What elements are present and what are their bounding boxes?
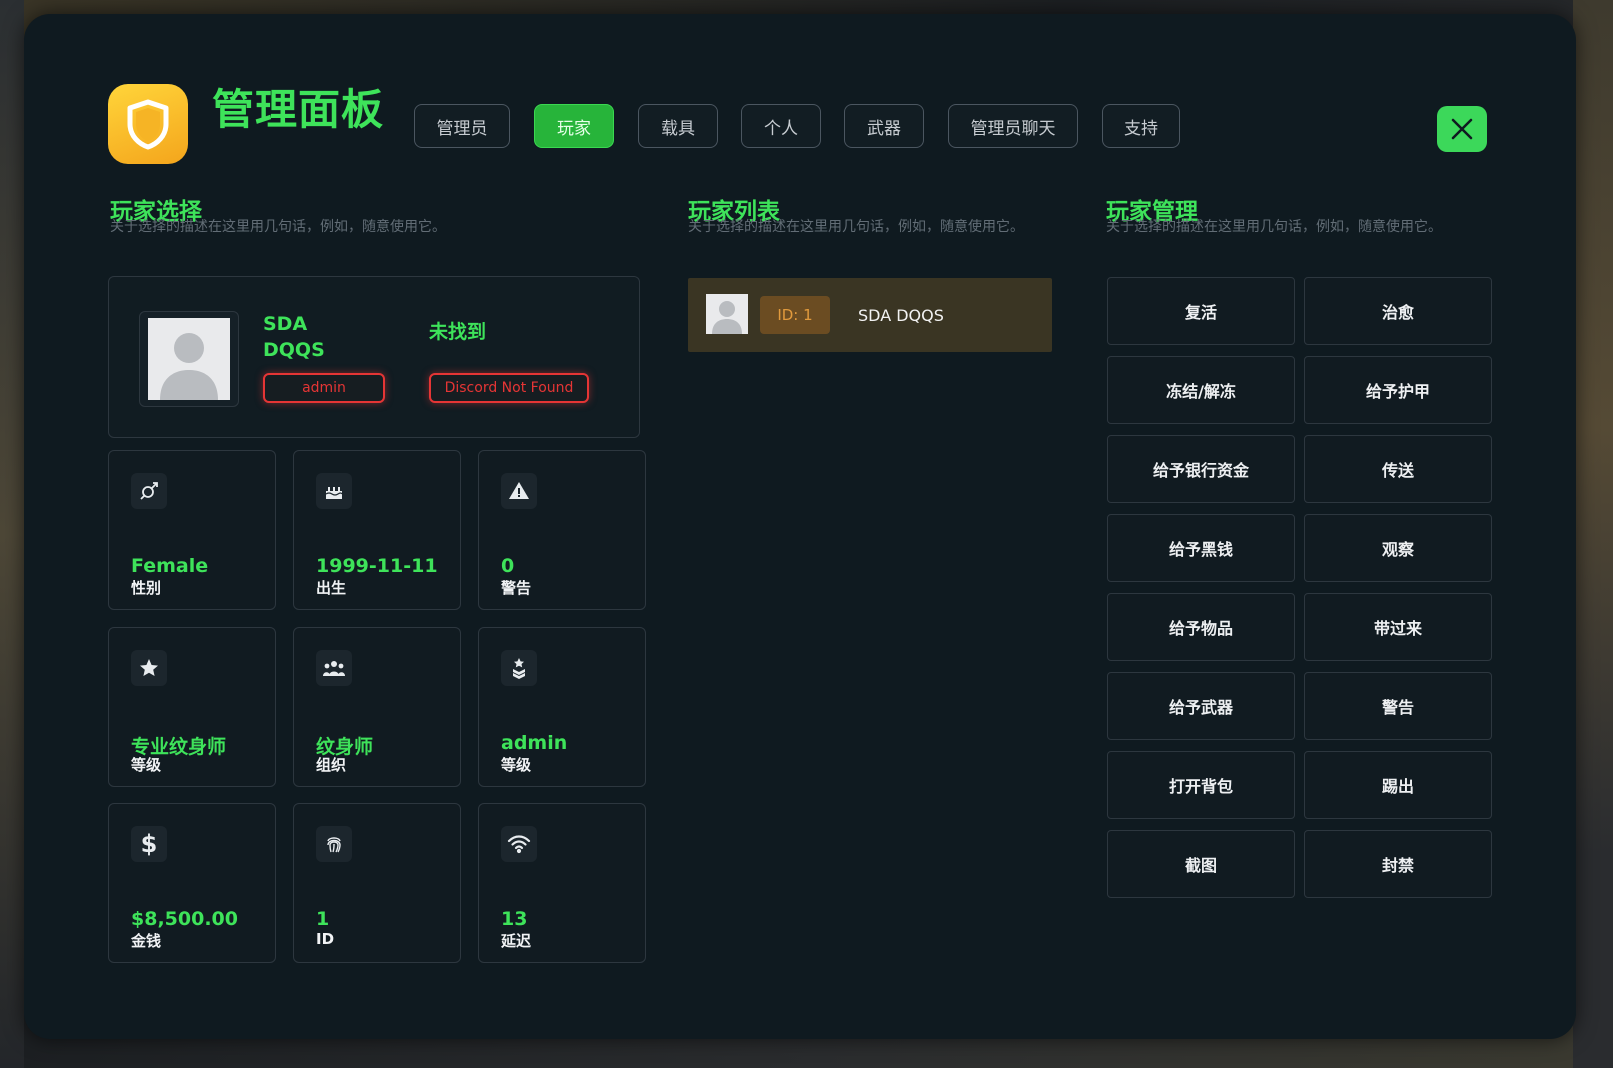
birthday-cake-icon	[316, 473, 352, 509]
wifi-icon	[501, 826, 537, 862]
screenshot-button[interactable]: 截图	[1107, 830, 1295, 898]
teleport-button[interactable]: 传送	[1304, 435, 1492, 503]
stat-organization: 纹身师 组织	[293, 627, 461, 787]
stat-value: Female	[131, 555, 209, 577]
avatar-placeholder-icon	[706, 294, 748, 334]
section-desc-player-select: 关于选择的描述在这里用几句话，例如，随意使用它。	[110, 219, 446, 235]
stat-label: 组织	[316, 756, 347, 774]
background-right	[1573, 0, 1613, 1068]
stat-label: 出生	[316, 579, 347, 597]
role-badge: admin	[263, 373, 385, 403]
stat-gender: Female 性别	[108, 450, 276, 610]
gender-icon	[131, 473, 167, 509]
discord-badge: Discord Not Found	[429, 373, 589, 403]
freeze-button[interactable]: 冻结/解冻	[1107, 356, 1295, 424]
heal-button[interactable]: 治愈	[1304, 277, 1492, 345]
stat-value: admin	[501, 732, 568, 754]
stat-label: 等级	[501, 756, 532, 774]
player-name: SDA DQQS	[263, 313, 325, 361]
stat-value: 0	[501, 555, 515, 577]
give-weapon-button[interactable]: 给予武器	[1107, 672, 1295, 740]
stat-value: 1	[316, 908, 330, 930]
kick-button[interactable]: 踢出	[1304, 751, 1492, 819]
open-inventory-button[interactable]: 打开背包	[1107, 751, 1295, 819]
tab-vehicles[interactable]: 载具	[638, 104, 718, 148]
section-desc-player-manage: 关于选择的描述在这里用几句话，例如，随意使用它。	[1106, 219, 1442, 235]
give-armor-button[interactable]: 给予护甲	[1304, 356, 1492, 424]
stat-job-grade: 专业纹身师 等级	[108, 627, 276, 787]
stat-value: 1999-11-11	[316, 555, 438, 577]
stat-value: 13	[501, 908, 528, 930]
tab-admin[interactable]: 管理员	[414, 104, 510, 148]
avatar	[139, 311, 239, 407]
stat-value: $8,500.00	[131, 908, 238, 930]
close-icon	[1451, 118, 1473, 140]
section-desc-player-list: 关于选择的描述在这里用几句话，例如，随意使用它。	[688, 219, 1024, 235]
dollar-icon: $	[131, 826, 167, 862]
stat-admin-grade: admin 等级	[478, 627, 646, 787]
background-left	[0, 0, 24, 1068]
stat-label: 警告	[501, 579, 532, 597]
warn-button[interactable]: 警告	[1304, 672, 1492, 740]
fingerprint-icon	[316, 826, 352, 862]
revive-button[interactable]: 复活	[1107, 277, 1295, 345]
close-button[interactable]	[1437, 106, 1487, 152]
tab-players[interactable]: 玩家	[534, 104, 614, 148]
avatar-placeholder-icon	[148, 318, 230, 400]
stat-ping: 13 延迟	[478, 803, 646, 963]
player-list-name: SDA DQQS	[858, 306, 944, 325]
player-list-item[interactable]: ID: 1 SDA DQQS	[688, 278, 1052, 352]
stat-label: 延迟	[501, 932, 532, 950]
give-bank-money-button[interactable]: 给予银行资金	[1107, 435, 1295, 503]
tab-weapons[interactable]: 武器	[844, 104, 924, 148]
stat-id: 1 ID	[293, 803, 461, 963]
tab-personal[interactable]: 个人	[741, 104, 821, 148]
stat-label: 等级	[131, 756, 162, 774]
warning-icon	[501, 473, 537, 509]
player-id-badge: ID: 1	[760, 296, 830, 334]
star-icon	[131, 650, 167, 686]
tab-admin-chat[interactable]: 管理员聊天	[948, 104, 1078, 148]
stat-warnings: 0 警告	[478, 450, 646, 610]
spectate-button[interactable]: 观察	[1304, 514, 1492, 582]
group-icon	[316, 650, 352, 686]
give-item-button[interactable]: 给予物品	[1107, 593, 1295, 661]
discord-status: 未找到	[429, 321, 487, 343]
app-title: 管理面板	[212, 85, 385, 134]
ban-button[interactable]: 封禁	[1304, 830, 1492, 898]
stat-label: 金钱	[131, 932, 162, 950]
stat-money: $ $8,500.00 金钱	[108, 803, 276, 963]
bring-button[interactable]: 带过来	[1304, 593, 1492, 661]
stat-label: 性别	[131, 579, 162, 597]
give-black-money-button[interactable]: 给予黑钱	[1107, 514, 1295, 582]
tab-support[interactable]: 支持	[1102, 104, 1180, 148]
selected-player-card: SDA DQQS 未找到 admin Discord Not Found	[108, 276, 640, 438]
stat-label: ID	[316, 930, 335, 948]
stat-birth: 1999-11-11 出生	[293, 450, 461, 610]
rank-icon	[501, 650, 537, 686]
shield-logo-icon	[108, 84, 188, 164]
